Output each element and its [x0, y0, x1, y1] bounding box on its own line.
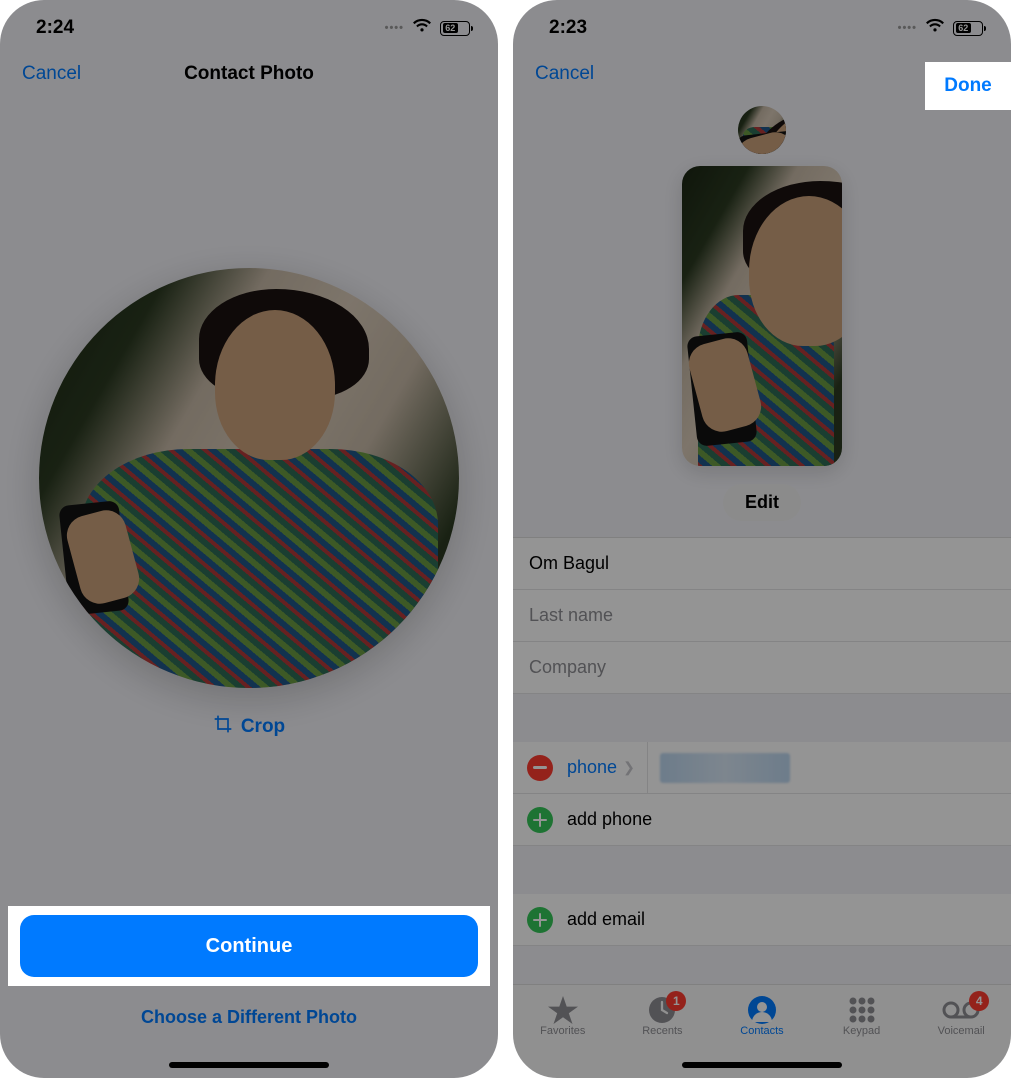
- keypad-icon: [848, 995, 876, 1025]
- tab-recents[interactable]: 1 Recents: [622, 995, 702, 1037]
- first-name-value: Om Bagul: [529, 553, 609, 574]
- phone-number-value[interactable]: [660, 753, 790, 783]
- choose-different-photo-button[interactable]: Choose a Different Photo: [141, 1007, 357, 1027]
- recents-badge: 1: [666, 991, 686, 1011]
- cancel-button[interactable]: Cancel: [535, 63, 594, 85]
- phone-type-selector[interactable]: phone ❯: [567, 742, 648, 793]
- company-field[interactable]: Company: [513, 642, 1011, 694]
- add-email-label: add email: [567, 909, 645, 930]
- edit-button[interactable]: Edit: [723, 484, 801, 521]
- phone-label: phone: [567, 757, 617, 778]
- home-indicator: [682, 1062, 842, 1068]
- screenshot-right: 2:23 •••• 62 Cancel Done Done: [513, 0, 1011, 1078]
- name-fields-section: Om Bagul Last name Company: [513, 537, 1011, 694]
- crop-label: Crop: [241, 716, 285, 738]
- cancel-button[interactable]: Cancel: [22, 63, 81, 85]
- add-phone-row[interactable]: add phone: [513, 794, 1011, 846]
- battery-icon: 62: [440, 21, 470, 36]
- add-phone-button[interactable]: [527, 807, 553, 833]
- tab-keypad-label: Keypad: [843, 1025, 880, 1037]
- chevron-right-icon: ❯: [623, 759, 635, 776]
- add-email-button[interactable]: [527, 907, 553, 933]
- crop-icon: [213, 714, 233, 740]
- continue-button[interactable]: Continue: [20, 915, 478, 977]
- star-icon: [548, 995, 578, 1025]
- person-icon: [748, 995, 776, 1025]
- status-time: 2:24: [36, 17, 74, 39]
- first-name-field[interactable]: Om Bagul: [513, 538, 1011, 590]
- wifi-icon: [412, 17, 432, 39]
- edit-label: Edit: [745, 492, 779, 512]
- contact-poster-preview[interactable]: [682, 166, 842, 466]
- wifi-icon: [925, 17, 945, 39]
- tab-voicemail-label: Voicemail: [938, 1025, 985, 1037]
- add-phone-label: add phone: [567, 809, 652, 830]
- contact-photo-preview: [39, 268, 459, 688]
- battery-icon: 62: [953, 21, 983, 36]
- cellular-dots-icon: ••••: [385, 22, 404, 34]
- tab-contacts[interactable]: Contacts: [722, 995, 802, 1037]
- tab-voicemail[interactable]: 4 Voicemail: [921, 995, 1001, 1037]
- crop-button[interactable]: Crop: [213, 714, 285, 740]
- status-bar: 2:24 •••• 62: [0, 0, 498, 50]
- cellular-dots-icon: ••••: [898, 22, 917, 34]
- tab-favorites[interactable]: Favorites: [523, 995, 603, 1037]
- tab-recents-label: Recents: [642, 1025, 682, 1037]
- status-bar: 2:23 •••• 62: [513, 0, 1011, 50]
- tab-keypad[interactable]: Keypad: [822, 995, 902, 1037]
- continue-label: Continue: [206, 935, 293, 958]
- tab-contacts-label: Contacts: [740, 1025, 783, 1037]
- screenshot-left: 2:24 •••• 62 Cancel Contact Photo: [0, 0, 498, 1078]
- phone-row[interactable]: phone ❯: [513, 742, 1011, 794]
- last-name-placeholder: Last name: [529, 605, 613, 626]
- company-placeholder: Company: [529, 657, 606, 678]
- last-name-field[interactable]: Last name: [513, 590, 1011, 642]
- home-indicator: [169, 1062, 329, 1068]
- tab-favorites-label: Favorites: [540, 1025, 585, 1037]
- voicemail-badge: 4: [969, 991, 989, 1011]
- done-button[interactable]: Done: [944, 75, 992, 97]
- status-time: 2:23: [549, 17, 587, 39]
- add-email-row[interactable]: add email: [513, 894, 1011, 946]
- remove-phone-button[interactable]: [527, 755, 553, 781]
- nav-bar: Cancel Contact Photo: [0, 50, 498, 98]
- contact-avatar-thumb[interactable]: [738, 106, 786, 154]
